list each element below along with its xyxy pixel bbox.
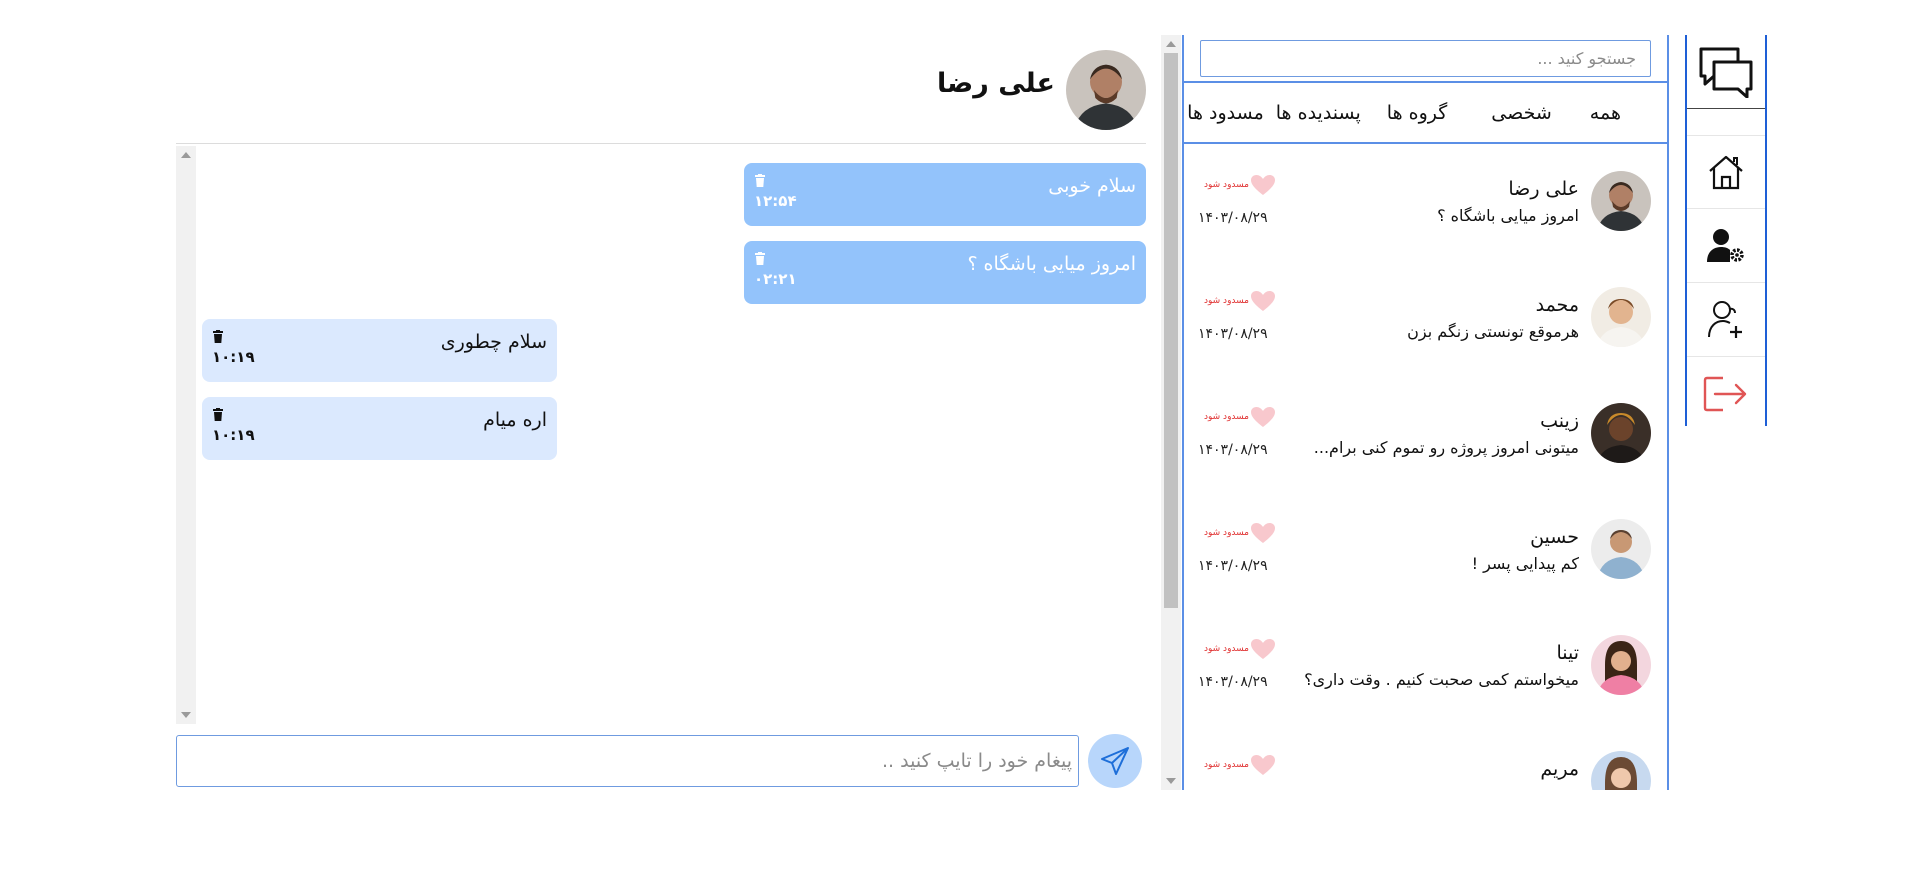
avatar xyxy=(1591,751,1651,790)
chat-header: علی رضا xyxy=(176,40,1146,144)
add-user-button[interactable] xyxy=(1687,283,1765,357)
trash-icon[interactable] xyxy=(213,330,223,343)
contact-name: مریم xyxy=(1540,758,1579,780)
message-text: اره میام xyxy=(483,409,547,431)
contact-name: محمد xyxy=(1535,294,1579,316)
message-time: ۱۲:۵۴ xyxy=(754,192,797,210)
contact-last-message: میتونی امروز پروژه رو تموم کنی برام... xyxy=(1313,438,1579,457)
add-user-icon xyxy=(1708,300,1742,338)
contact-last-message: هرموقع تونستی زنگم بزن xyxy=(1407,322,1579,341)
scroll-down-arrow[interactable] xyxy=(181,712,191,718)
heart-icon[interactable] xyxy=(1250,290,1276,312)
block-link[interactable]: مسدود شود xyxy=(1204,760,1249,770)
contact-last-message: میخواستم کمی صحبت کنیم . وقت داری؟ xyxy=(1304,670,1579,689)
message-time: ۰۲:۲۱ xyxy=(754,270,797,288)
message-time: ۱۰:۱۹ xyxy=(212,426,255,444)
send-button[interactable] xyxy=(1088,734,1142,788)
contact-item[interactable]: محمد هرموقع تونستی زنگم بزن مسدود شود ۱۴… xyxy=(1184,260,1667,376)
message-text: امروز میایی باشگاه ؟ xyxy=(967,253,1136,275)
heart-icon[interactable] xyxy=(1250,754,1276,776)
contact-date: ۱۴۰۳/۰۸/۲۹ xyxy=(1198,558,1268,574)
tab-all[interactable]: همه xyxy=(1578,102,1657,124)
contact-name: تینا xyxy=(1556,642,1579,664)
contact-item[interactable]: زینب میتونی امروز پروژه رو تموم کنی برام… xyxy=(1184,376,1667,492)
contact-item[interactable]: علی رضا امروز میایی باشگاه ؟ مسدود شود ۱… xyxy=(1184,144,1667,260)
user-settings-icon xyxy=(1707,228,1744,262)
chat-bubbles-icon[interactable] xyxy=(1687,35,1765,109)
chat-contact-name: علی رضا xyxy=(937,68,1055,99)
tab-personal[interactable]: شخصی xyxy=(1465,102,1578,124)
page-scrollbar[interactable] xyxy=(1161,35,1181,790)
trash-icon[interactable] xyxy=(755,252,765,265)
block-link[interactable]: مسدود شود xyxy=(1204,412,1249,422)
search-input[interactable] xyxy=(1200,40,1651,77)
avatar xyxy=(1591,403,1651,463)
message-bubble-incoming: اره میام ۱۰:۱۹ xyxy=(202,397,557,460)
heart-icon[interactable] xyxy=(1250,522,1276,544)
avatar xyxy=(1066,50,1146,130)
trash-icon[interactable] xyxy=(213,408,223,421)
scroll-up-arrow[interactable] xyxy=(1166,41,1176,47)
message-composer xyxy=(176,734,1146,788)
heart-icon[interactable] xyxy=(1250,638,1276,660)
message-bubble-outgoing: سلام خوبی ۱۲:۵۴ xyxy=(744,163,1146,226)
contact-item[interactable]: مریم مسدود شود xyxy=(1184,724,1667,790)
message-time: ۱۰:۱۹ xyxy=(212,348,255,366)
user-settings-button[interactable] xyxy=(1687,209,1765,283)
avatar xyxy=(1591,287,1651,347)
contact-date: ۱۴۰۳/۰۸/۲۹ xyxy=(1198,326,1268,342)
message-bubble-outgoing: امروز میایی باشگاه ؟ ۰۲:۲۱ xyxy=(744,241,1146,304)
message-text: سلام خوبی xyxy=(1048,175,1136,197)
message-input[interactable] xyxy=(176,735,1079,787)
tab-groups[interactable]: گروه ها xyxy=(1369,102,1466,124)
scrollbar-thumb[interactable] xyxy=(1164,53,1178,608)
tab-favorites[interactable]: پسندیده ها xyxy=(1268,102,1369,124)
contact-item[interactable]: حسین کم پیدایی پسر ! مسدود شود ۱۴۰۳/۰۸/۲… xyxy=(1184,492,1667,608)
contact-last-message: کم پیدایی پسر ! xyxy=(1471,554,1579,573)
block-link[interactable]: مسدود شود xyxy=(1204,296,1249,306)
logout-button[interactable] xyxy=(1687,357,1765,431)
block-link[interactable]: مسدود شود xyxy=(1204,528,1249,538)
contact-last-message: امروز میایی باشگاه ؟ xyxy=(1437,206,1579,225)
contact-date: ۱۴۰۳/۰۸/۲۹ xyxy=(1198,442,1268,458)
contact-name: زینب xyxy=(1540,410,1579,432)
avatar xyxy=(1591,171,1651,231)
block-link[interactable]: مسدود شود xyxy=(1204,644,1249,654)
trash-icon[interactable] xyxy=(755,174,765,187)
message-text: سلام چطوری xyxy=(440,331,547,353)
messages-scrollbar[interactable] xyxy=(176,146,196,724)
avatar xyxy=(1591,519,1651,579)
scroll-up-arrow[interactable] xyxy=(181,152,191,158)
contact-name: علی رضا xyxy=(1508,178,1579,200)
block-link[interactable]: مسدود شود xyxy=(1204,180,1249,190)
contact-list-panel: همه شخصی گروه ها پسندیده ها مسدود ها علی… xyxy=(1182,35,1669,790)
avatar xyxy=(1591,635,1651,695)
heart-icon[interactable] xyxy=(1250,406,1276,428)
scroll-down-arrow[interactable] xyxy=(1166,778,1176,784)
filter-tabs: همه شخصی گروه ها پسندیده ها مسدود ها xyxy=(1184,83,1667,144)
icon-sidebar xyxy=(1685,35,1767,426)
contact-name: حسین xyxy=(1530,526,1579,548)
contact-date: ۱۴۰۳/۰۸/۲۹ xyxy=(1198,674,1268,690)
heart-icon[interactable] xyxy=(1250,174,1276,196)
tab-blocked[interactable]: مسدود ها xyxy=(1184,102,1268,124)
home-button[interactable] xyxy=(1687,135,1765,209)
contact-date: ۱۴۰۳/۰۸/۲۹ xyxy=(1198,210,1268,226)
search-bar xyxy=(1184,35,1667,83)
message-bubble-incoming: سلام چطوری ۱۰:۱۹ xyxy=(202,319,557,382)
contact-item[interactable]: تینا میخواستم کمی صحبت کنیم . وقت داری؟ … xyxy=(1184,608,1667,724)
send-icon xyxy=(1101,747,1129,775)
home-icon xyxy=(1709,155,1743,190)
logout-icon xyxy=(1703,376,1747,412)
